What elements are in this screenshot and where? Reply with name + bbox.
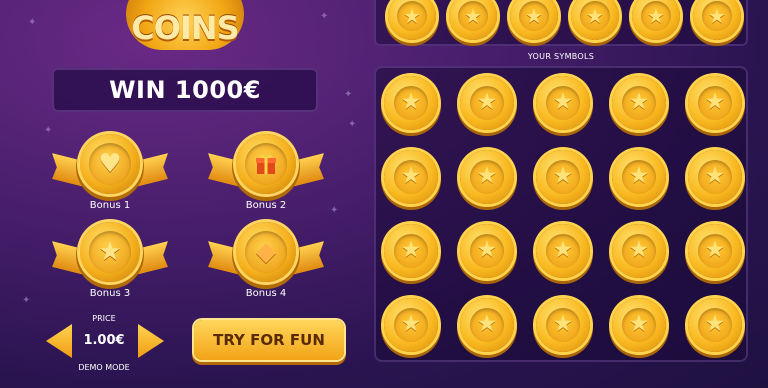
your-symbol-coin[interactable]: ★ (384, 298, 438, 352)
bonus-1-label: Bonus 1 (89, 200, 131, 211)
sparkle-decoration: ✦ (344, 89, 353, 100)
star-icon: ★ (621, 159, 657, 195)
bonus-medal: ★ (80, 222, 140, 282)
bonus-2-label: Bonus 2 (245, 200, 287, 211)
bonus-2-badge: Bonus 2 (204, 130, 328, 218)
game-logo: COINS (126, 0, 244, 50)
price-increase-arrow-icon[interactable] (138, 324, 164, 358)
bonus-medal: ◆ (236, 222, 296, 282)
your-symbol-coin[interactable]: ★ (536, 224, 590, 278)
your-symbol-coin[interactable]: ★ (460, 298, 514, 352)
sparkle-decoration: ✦ (320, 11, 329, 22)
gift-icon-svg (256, 155, 276, 174)
your-symbol-coin[interactable]: ★ (612, 76, 666, 130)
price-decrease-arrow-icon[interactable] (46, 324, 72, 358)
star-icon: ★ (545, 85, 581, 121)
star-icon: ★ (469, 307, 505, 343)
star-icon: ★ (697, 159, 733, 195)
star-icon: ★ (697, 307, 733, 343)
diamond-icon: ◆ (245, 231, 287, 273)
win-banner: WIN 1000€ (52, 68, 318, 112)
star-icon: ★ (469, 233, 505, 269)
your-symbol-coin[interactable]: ★ (688, 150, 742, 204)
heart-icon: ♥ (89, 143, 131, 185)
your-symbol-coin[interactable]: ★ (612, 150, 666, 204)
star-icon: ★ (393, 233, 429, 269)
your-symbol-coin[interactable]: ★ (384, 150, 438, 204)
star-icon: ★ (701, 0, 733, 32)
star-icon: ★ (518, 0, 550, 32)
try-for-fun-button[interactable]: TRY FOR FUN (194, 320, 344, 360)
star-icon: ★ (621, 307, 657, 343)
your-symbol-coin[interactable]: ★ (688, 298, 742, 352)
star-icon: ★ (579, 0, 611, 32)
your-symbol-coin[interactable]: ★ (536, 298, 590, 352)
price-label: PRICE (92, 314, 116, 323)
star-icon: ★ (393, 85, 429, 121)
star-icon: ★ (621, 233, 657, 269)
star-icon: ★ (621, 85, 657, 121)
logo-text: COINS (131, 9, 239, 47)
star-icon: ★ (393, 159, 429, 195)
sparkle-decoration: ✦ (348, 119, 357, 130)
bonus-1-badge: ♥ Bonus 1 (48, 130, 172, 218)
star-icon: ★ (393, 307, 429, 343)
star-icon: ★ (545, 307, 581, 343)
your-symbol-coin[interactable]: ★ (460, 76, 514, 130)
bonus-4-badge: ◆ Bonus 4 (204, 218, 328, 306)
sparkle-decoration: ✦ (28, 17, 37, 28)
star-icon: ★ (545, 233, 581, 269)
bonus-4-label: Bonus 4 (245, 288, 287, 299)
your-symbol-coin[interactable]: ★ (612, 224, 666, 278)
star-icon: ★ (640, 0, 672, 32)
price-value: 1.00€ (83, 333, 125, 348)
sparkle-decoration: ✦ (330, 205, 339, 216)
your-symbols-label: YOUR SYMBOLS (527, 52, 595, 61)
win-banner-text: WIN 1000€ (109, 76, 261, 104)
star-icon: ★ (469, 159, 505, 195)
star-icon: ★ (697, 85, 733, 121)
star-icon: ★ (697, 233, 733, 269)
gift-icon (245, 143, 287, 185)
bonus-3-label: Bonus 3 (89, 288, 131, 299)
your-symbol-coin[interactable]: ★ (460, 224, 514, 278)
star-icon: ★ (457, 0, 489, 32)
bonus-3-badge: ★ Bonus 3 (48, 218, 172, 306)
your-symbol-coin[interactable]: ★ (536, 150, 590, 204)
sparkle-decoration: ✦ (22, 295, 31, 306)
star-icon: ★ (545, 159, 581, 195)
your-symbol-coin[interactable]: ★ (688, 224, 742, 278)
bonus-medal: ♥ (80, 134, 140, 194)
bonus-medal (236, 134, 296, 194)
your-symbol-coin[interactable]: ★ (384, 76, 438, 130)
demo-mode-label: DEMO MODE (78, 363, 130, 372)
star-icon: ★ (469, 85, 505, 121)
try-for-fun-label: TRY FOR FUN (213, 331, 325, 349)
your-symbol-coin[interactable]: ★ (536, 76, 590, 130)
star-icon: ★ (89, 231, 131, 273)
your-symbol-coin[interactable]: ★ (688, 76, 742, 130)
your-symbol-coin[interactable]: ★ (612, 298, 666, 352)
your-symbol-coin[interactable]: ★ (460, 150, 514, 204)
your-symbol-coin[interactable]: ★ (384, 224, 438, 278)
star-icon: ★ (396, 0, 428, 32)
